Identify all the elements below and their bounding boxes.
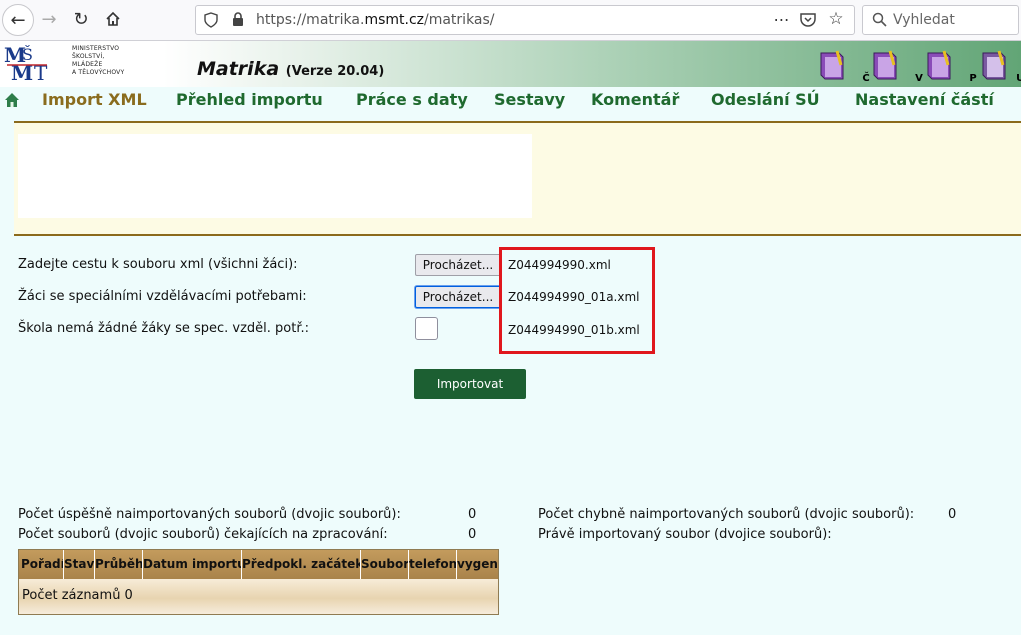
special-needs-label: Žáci se speciálními vzdělávacími potřeba…	[18, 289, 307, 304]
reload-icon: ↻	[73, 8, 89, 30]
all-students-label: Zadejte cestu k souboru xml (všichni žác…	[18, 257, 298, 272]
search-icon	[872, 12, 887, 27]
url-text: https://matrika.msmt.cz/matrikas/	[256, 12, 495, 28]
bookmark-star-icon[interactable]: ☆	[826, 8, 846, 30]
imported-ok-label: Počet úspěšně naimportovaných souborů (d…	[18, 507, 401, 522]
import-errors-label: Počet chybně naimportovaných souborů (dv…	[538, 507, 915, 522]
col-predpokl-zacatek[interactable]: Předpokl. začátek	[242, 557, 360, 571]
col-telefon[interactable]: telefon	[409, 557, 456, 571]
app-version: (Verze 20.04)	[285, 64, 385, 79]
home-icon[interactable]	[4, 92, 20, 108]
app-title: Matrika (Verze 20.04)	[197, 58, 385, 80]
search-placeholder: Vyhledat	[893, 12, 955, 28]
back-button[interactable]: ←	[2, 4, 34, 36]
home-button[interactable]	[98, 4, 128, 34]
book-c-icon[interactable]: Č	[815, 49, 870, 84]
col-datum-importu[interactable]: Datum importu	[143, 557, 241, 571]
back-arrow-icon: ←	[10, 9, 26, 31]
ministry-name: MINISTERSTVO ŠKOLSTVÍ, MLÁDEŽE A TĚLOVÝC…	[72, 45, 125, 76]
book-p-icon[interactable]: P	[922, 49, 977, 84]
info-panel-content	[18, 134, 532, 218]
no-special-needs-label: Škola nemá žádné žáky se spec. vzděl. po…	[18, 321, 310, 336]
waiting-value: 0	[468, 527, 477, 542]
menu-odeslani-su[interactable]: Odeslání SÚ	[711, 90, 820, 109]
browse-special-needs-button[interactable]: Procházet...	[415, 286, 501, 308]
import-button[interactable]: Importovat	[414, 369, 526, 399]
menu-nastaveni-casti[interactable]: Nastavení částí	[855, 90, 994, 109]
import-table: Pořadí Stav Průběh Datum importu Předpok…	[18, 549, 499, 615]
menu-komentar[interactable]: Komentář	[591, 90, 679, 109]
main-menu: Import XML Přehled importu Práce s daty …	[0, 87, 1021, 115]
msmt-logo: M Š M T	[4, 43, 48, 83]
browser-toolbar: ← → ↻ https://matrika.msmt.cz/matrikas/ …	[0, 0, 1021, 41]
home-icon	[106, 11, 120, 26]
menu-import-xml[interactable]: Import XML	[42, 90, 147, 109]
current-import-label: Právě importovaný soubor (dvojice soubor…	[538, 527, 832, 542]
highlight-box	[499, 247, 655, 354]
app-header: M Š M T MINISTERSTVO ŠKOLSTVÍ, MLÁDEŽE A…	[0, 41, 1021, 87]
waiting-label: Počet souborů (dvojic souborů) čekajícíc…	[18, 527, 388, 542]
search-bar[interactable]: Vyhledat	[862, 5, 1019, 35]
col-vygen[interactable]: vygen	[457, 557, 497, 571]
book-v-icon[interactable]: V	[868, 49, 923, 84]
table-footer: Počet záznamů 0	[19, 579, 498, 614]
more-actions-icon[interactable]: ⋯	[772, 9, 792, 29]
menu-prehled-importu[interactable]: Přehled importu	[176, 90, 323, 109]
no-special-needs-checkbox[interactable]	[415, 317, 438, 340]
shield-icon	[204, 12, 218, 28]
import-errors-value: 0	[948, 507, 957, 522]
table-header: Pořadí Stav Průběh Datum importu Předpok…	[19, 550, 498, 579]
forward-arrow-icon: →	[41, 8, 57, 30]
col-stav[interactable]: Stav	[64, 557, 94, 571]
menu-sestavy[interactable]: Sestavy	[494, 90, 565, 109]
browse-all-students-button[interactable]: Procházet...	[415, 254, 501, 276]
forward-button[interactable]: →	[34, 4, 64, 34]
menu-prace-s-daty[interactable]: Práce s daty	[356, 90, 468, 109]
imported-ok-value: 0	[468, 507, 477, 522]
col-prubeh[interactable]: Průběh	[95, 557, 142, 571]
lock-icon	[233, 12, 243, 26]
book-uch-icon[interactable]: UCH	[977, 49, 1021, 84]
info-panel	[14, 121, 1021, 236]
reload-button[interactable]: ↻	[66, 4, 96, 34]
col-soubor[interactable]: Soubor	[361, 557, 408, 571]
record-count: Počet záznamů 0	[22, 588, 133, 603]
col-poradi[interactable]: Pořadí	[21, 557, 63, 571]
pocket-icon[interactable]	[800, 12, 816, 27]
url-bar[interactable]: https://matrika.msmt.cz/matrikas/ ⋯ ☆	[195, 5, 855, 35]
